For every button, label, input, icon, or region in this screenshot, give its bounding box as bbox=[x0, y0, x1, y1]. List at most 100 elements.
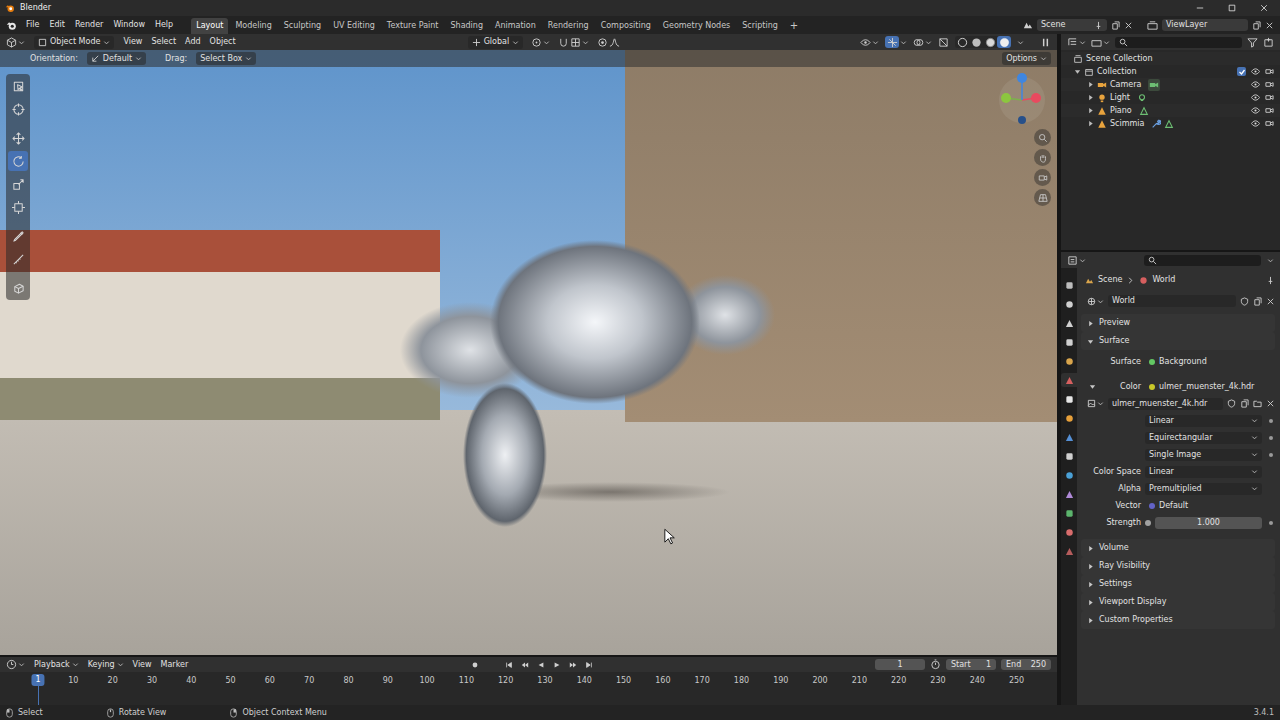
timeline-menu-item[interactable]: Keying bbox=[88, 659, 124, 671]
remove-icon[interactable] bbox=[1266, 399, 1275, 408]
proportional-edit-button[interactable] bbox=[597, 37, 620, 48]
viewport-menu-item[interactable]: View bbox=[123, 36, 142, 48]
eye-icon[interactable] bbox=[1251, 106, 1260, 115]
properties-tab[interactable] bbox=[1061, 506, 1077, 520]
record-button[interactable] bbox=[469, 659, 481, 671]
pin-icon[interactable] bbox=[1094, 21, 1103, 30]
pin-icon[interactable] bbox=[1266, 276, 1275, 285]
options-dropdown[interactable]: Options bbox=[1002, 52, 1051, 65]
previous-key-button[interactable] bbox=[519, 659, 531, 671]
workspace-tab[interactable]: Animation bbox=[490, 18, 541, 34]
panel-header[interactable]: Ray Visibility bbox=[1081, 557, 1275, 575]
properties-tab[interactable] bbox=[1061, 316, 1077, 330]
xray-icon[interactable] bbox=[938, 37, 949, 48]
navigation-gizmo-icon[interactable] bbox=[996, 70, 1046, 126]
keyframe-dot-icon[interactable] bbox=[1269, 419, 1273, 423]
eye-icon[interactable] bbox=[1251, 93, 1260, 102]
drag-dropdown[interactable]: Select Box bbox=[196, 52, 256, 65]
expand-arrow-icon[interactable] bbox=[1089, 383, 1096, 390]
workspace-tab[interactable]: Sculpting bbox=[279, 18, 326, 34]
play-reverse-button[interactable] bbox=[535, 659, 547, 671]
render-camera-icon[interactable] bbox=[1265, 93, 1274, 102]
properties-tab[interactable] bbox=[1061, 544, 1077, 558]
image-option-dropdown[interactable]: Equirectangular bbox=[1145, 432, 1262, 444]
shading-mode-button[interactable] bbox=[955, 36, 969, 48]
tool-button[interactable] bbox=[8, 151, 28, 171]
copy-icon[interactable] bbox=[1253, 297, 1262, 306]
outliner-search[interactable] bbox=[1115, 37, 1242, 48]
copy-icon[interactable] bbox=[1252, 21, 1261, 30]
tool-button[interactable] bbox=[8, 76, 28, 96]
workspace-tab[interactable]: Shading bbox=[445, 18, 488, 34]
expand-arrow-icon[interactable] bbox=[1087, 120, 1094, 127]
view-layer-icon[interactable] bbox=[1147, 20, 1158, 31]
camera-view-button[interactable] bbox=[1034, 169, 1051, 186]
menu-item[interactable]: File bbox=[26, 19, 39, 31]
editor-type-button[interactable] bbox=[1067, 255, 1086, 266]
chevron-icon[interactable] bbox=[1267, 257, 1274, 264]
chevron-icon[interactable] bbox=[1017, 39, 1024, 46]
tool-button[interactable] bbox=[8, 128, 28, 148]
eye-icon[interactable] bbox=[1251, 67, 1260, 76]
panel-header[interactable]: Preview bbox=[1081, 314, 1275, 332]
editor-type-button[interactable] bbox=[6, 37, 25, 48]
workspace-tab[interactable]: UV Editing bbox=[328, 18, 380, 34]
viewport-canvas[interactable]: Orientation:DefaultDrag:Select BoxOption… bbox=[0, 50, 1057, 655]
properties-tab[interactable] bbox=[1061, 354, 1077, 368]
snap-button[interactable] bbox=[558, 37, 589, 48]
folder-icon[interactable] bbox=[1253, 399, 1262, 408]
properties-tab[interactable] bbox=[1061, 335, 1077, 349]
image-name-field[interactable]: ulmer_muenster_4k.hdr bbox=[1108, 398, 1223, 410]
shading-mode-button[interactable] bbox=[983, 36, 997, 48]
outliner-row[interactable]: Camera bbox=[1061, 78, 1280, 91]
tool-button[interactable] bbox=[8, 249, 28, 269]
fake-user-shield-icon[interactable] bbox=[1227, 399, 1236, 408]
scene-field[interactable]: Scene bbox=[1037, 19, 1107, 31]
transform-orientation-dropdown[interactable]: Default bbox=[87, 52, 146, 65]
fake-user-shield-icon[interactable] bbox=[1240, 297, 1249, 306]
browse-image-button[interactable] bbox=[1087, 399, 1104, 408]
overlays-toggle[interactable] bbox=[913, 37, 932, 48]
properties-tab[interactable] bbox=[1061, 373, 1077, 387]
timeline-menu-item[interactable]: Playback bbox=[34, 659, 79, 671]
tool-button[interactable] bbox=[8, 278, 28, 298]
scene-icon[interactable] bbox=[1022, 20, 1033, 31]
new-collection-icon[interactable] bbox=[1263, 37, 1274, 48]
panel-header[interactable]: Settings bbox=[1081, 575, 1275, 593]
socket-link-field[interactable]: Default bbox=[1145, 500, 1262, 512]
expand-arrow-icon[interactable] bbox=[1087, 107, 1094, 114]
number-field[interactable]: 1.000 bbox=[1155, 517, 1262, 529]
workspace-tab[interactable]: Compositing bbox=[596, 18, 656, 34]
expand-arrow-icon[interactable] bbox=[1074, 68, 1081, 75]
properties-tab[interactable] bbox=[1061, 411, 1077, 425]
tool-button[interactable] bbox=[8, 226, 28, 246]
tool-button[interactable] bbox=[8, 99, 28, 119]
end-frame-field[interactable]: End250 bbox=[1001, 659, 1051, 670]
socket-link-field[interactable]: ulmer_muenster_4k.hdr bbox=[1145, 381, 1262, 393]
properties-tab[interactable] bbox=[1061, 278, 1077, 292]
property-dropdown[interactable]: Premultiplied bbox=[1145, 483, 1262, 495]
workspace-tab[interactable]: Layout bbox=[191, 18, 228, 34]
editor-type-button[interactable] bbox=[1067, 37, 1086, 48]
add-workspace-button[interactable]: + bbox=[785, 18, 803, 34]
workspace-tab[interactable]: Modeling bbox=[230, 18, 276, 34]
timeline-menu-item[interactable]: Marker bbox=[161, 659, 189, 671]
eye-icon[interactable] bbox=[1251, 80, 1260, 89]
filter-icon[interactable] bbox=[1247, 37, 1258, 48]
play-button[interactable] bbox=[551, 659, 563, 671]
mode-dropdown[interactable]: Object Mode bbox=[34, 36, 114, 49]
outliner-row[interactable]: Scimmia bbox=[1061, 117, 1280, 130]
outliner-row[interactable]: Scene Collection bbox=[1061, 52, 1280, 65]
orientation-dropdown[interactable]: Global bbox=[468, 36, 524, 49]
next-key-button[interactable] bbox=[567, 659, 579, 671]
view-layer-field[interactable]: ViewLayer bbox=[1162, 19, 1248, 31]
copy-icon[interactable] bbox=[1111, 21, 1120, 30]
properties-tab[interactable] bbox=[1061, 487, 1077, 501]
shading-mode-button[interactable] bbox=[969, 36, 983, 48]
breadcrumb-item[interactable]: World bbox=[1152, 275, 1175, 285]
panel-header[interactable]: Viewport Display bbox=[1081, 593, 1275, 611]
copy-icon[interactable] bbox=[1240, 399, 1249, 408]
shading-mode-button[interactable] bbox=[997, 36, 1011, 48]
render-camera-icon[interactable] bbox=[1265, 67, 1274, 76]
stopwatch-icon[interactable] bbox=[930, 659, 941, 670]
